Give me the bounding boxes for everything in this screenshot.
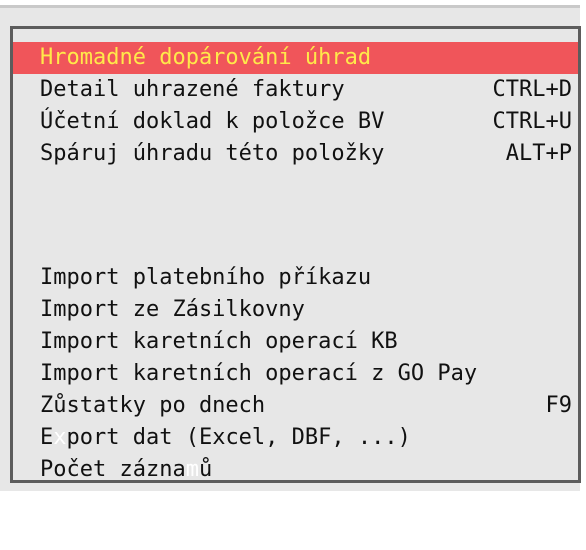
menu-item-match-payment[interactable]: Spáruj úhradu této položky ALT+P (13, 138, 578, 170)
menu-item-label: Počet záznamů (40, 454, 212, 486)
menu-item-label: Import karetních operací KB (40, 329, 398, 354)
context-menu-frame: Hromadné dopárování úhrad Detail uhrazen… (0, 5, 581, 491)
menu-item-label: Import platebního příkazu (40, 265, 372, 290)
menu-item-label: Import ze Zásilkovny (40, 297, 305, 322)
hotkey-letter: m (185, 457, 199, 482)
menu-item-shortcut: CTRL+U (492, 109, 572, 134)
menu-item-label-end: port dat (Excel, DBF, ...) (66, 425, 411, 450)
menu-item-shortcut: F9 (545, 393, 573, 418)
menu-item-paid-invoice-detail[interactable]: Detail uhrazené faktury CTRL+D (13, 74, 578, 106)
menu-item-label-end: ů (198, 457, 213, 482)
menu-item-import-payment-order[interactable]: Import platebního příkazu (13, 262, 578, 294)
context-menu: Hromadné dopárování úhrad Detail uhrazen… (10, 26, 581, 483)
menu-item-label: Detail uhrazené faktury (40, 77, 345, 102)
menu-item-import-card-operations-gopay[interactable]: Import karetních operací z GO Pay (13, 358, 578, 390)
menu-item-label: Účetní doklad k položce BV (40, 109, 385, 134)
menu-item-shortcut: ALT+P (505, 141, 572, 166)
menu-item-record-count[interactable]: Počet záznamů (13, 454, 578, 486)
menu-item-import-card-operations-kb[interactable]: Import karetních operací KB (13, 326, 578, 358)
menu-item-label: Zůstatky po dnech (40, 393, 266, 418)
hotkey-letter: x (53, 425, 67, 450)
menu-item-label: Spáruj úhradu této položky (40, 141, 385, 166)
menu-item-daily-balances[interactable]: Zůstatky po dnech F9 (13, 390, 578, 422)
menu-item-export-data[interactable]: Export dat (Excel, DBF, ...) (13, 422, 578, 454)
menu-item-shortcut: CTRL+D (492, 77, 572, 102)
menu-item-accounting-document[interactable]: Účetní doklad k položce BV CTRL+U (13, 106, 578, 138)
menu-item-import-zasilkovna[interactable]: Import ze Zásilkovny (13, 294, 578, 326)
menu-item-label-start: E (40, 425, 54, 450)
menu-item-label: Import karetních operací z GO Pay (40, 361, 478, 386)
menu-item-label: Hromadné dopárování úhrad (40, 45, 372, 70)
menu-item-bulk-payment-matching[interactable]: Hromadné dopárování úhrad (13, 42, 578, 74)
menu-item-label-start: Počet zázna (40, 457, 186, 482)
menu-item-label: Export dat (Excel, DBF, ...) (40, 422, 411, 454)
